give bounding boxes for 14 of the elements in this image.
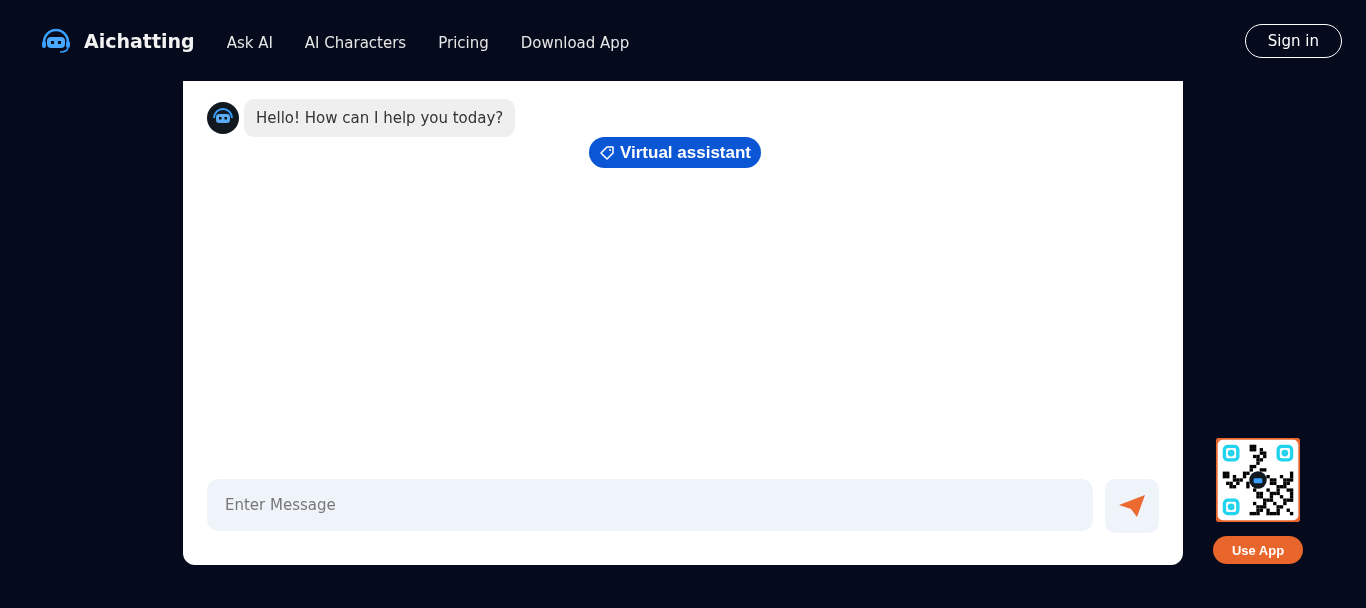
paper-plane-icon (1119, 495, 1145, 517)
assistant-message: Hello! How can I help you today? (244, 99, 516, 137)
virtual-assistant-tag[interactable]: Virtual assistant (589, 137, 762, 168)
brand-name[interactable]: Aichatting (84, 29, 195, 52)
tag-icon (599, 144, 615, 161)
nav-link[interactable]: Download App (520, 33, 630, 52)
qr-code-icon[interactable] (1216, 438, 1300, 522)
robot-avatar-icon (207, 102, 239, 134)
nav-link[interactable]: Ask AI (226, 33, 273, 52)
nav-link[interactable]: Pricing (438, 33, 489, 52)
robot-headset-icon (40, 27, 72, 54)
message-input[interactable]: Enter Message (207, 479, 1093, 531)
send-button[interactable] (1105, 479, 1159, 533)
nav-link[interactable]: AI Characters (304, 33, 407, 52)
